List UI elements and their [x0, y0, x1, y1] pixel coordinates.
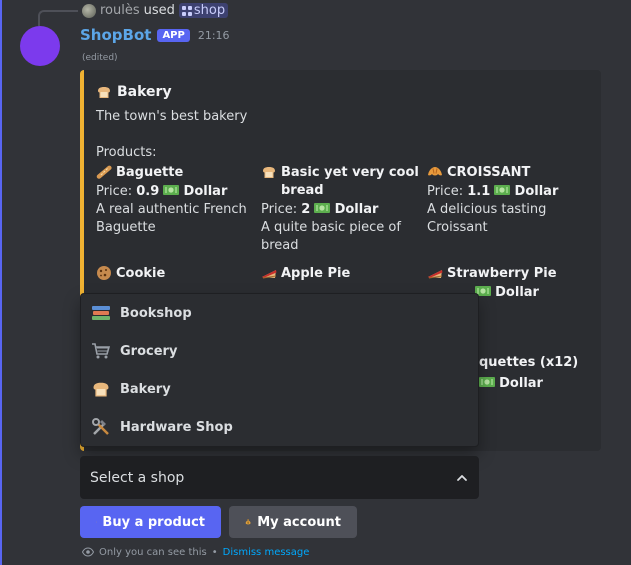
bread-icon [90, 378, 112, 400]
embed-description: The town's best bakery Products: [96, 109, 248, 160]
reply-used-text: used [143, 3, 175, 18]
baguette-icon [96, 165, 112, 179]
message-timestamp[interactable]: 21:16 [198, 29, 230, 42]
croissant-icon [428, 167, 442, 176]
product-price: Price: 0.9 Dollar [96, 184, 228, 199]
pie-icon [428, 270, 443, 279]
product-description: A real authentic French Baguette [96, 202, 247, 235]
product-name: Baguette [116, 165, 184, 180]
option-grocery[interactable]: Grocery [81, 332, 478, 370]
hammer-wrench-icon [90, 416, 112, 438]
command-reply-context[interactable]: roulès used shop [82, 3, 229, 18]
ephemeral-notice: Only you can see this • Dismiss message [82, 546, 309, 558]
buy-product-label: Buy a product [102, 514, 205, 530]
option-label: Bookshop [120, 305, 192, 321]
ephemeral-highlight-bar [0, 0, 2, 565]
reply-connector [38, 10, 78, 26]
reply-username[interactable]: roulès [100, 3, 140, 18]
shop-select[interactable]: Select a shop [80, 456, 479, 499]
option-bakery[interactable]: Bakery [81, 370, 478, 408]
dollar-banknote-icon [314, 203, 331, 213]
message-header: ShopBot APP 21:16 [80, 26, 230, 44]
app-badge: APP [157, 28, 190, 42]
product-field: Baguette Price: 0.9 Dollar A real authen… [96, 164, 261, 255]
dollar-banknote-icon [494, 185, 511, 195]
dollar-banknote-icon [479, 377, 495, 387]
svg-text:$: $ [247, 521, 249, 525]
option-hardware-shop[interactable]: Hardware Shop [81, 408, 478, 446]
option-label: Grocery [120, 343, 178, 359]
embed-title-text: Bakery [117, 84, 172, 100]
chevron-up-icon [457, 474, 467, 481]
cookie-icon [97, 266, 111, 280]
dollar-banknote-icon [163, 185, 180, 195]
eye-icon [82, 547, 94, 557]
product-fields: Baguette Price: 0.9 Dollar A real authen… [96, 164, 589, 302]
option-label: Hardware Shop [120, 419, 233, 435]
embed-title: Bakery [96, 84, 589, 100]
product-name: Cookie [116, 266, 166, 281]
money-bag-icon: $ [245, 519, 251, 525]
user-avatar-small[interactable] [82, 3, 96, 18]
product-field: Basic yet very cool bread Price: 2 Dolla… [261, 164, 427, 255]
visibility-text: Only you can see this [99, 546, 207, 558]
product-price: Price: 1.1 Dollar [427, 184, 559, 199]
bread-icon [98, 87, 110, 98]
product-name: Basic yet very cool bread [281, 165, 419, 198]
buy-product-button[interactable]: Buy a product [80, 506, 221, 538]
shopping-cart-icon [90, 340, 112, 362]
separator: • [211, 546, 218, 558]
bot-username[interactable]: ShopBot [80, 26, 151, 44]
product-description: A delicious tasting Croissant [427, 202, 547, 235]
option-label: Bakery [120, 381, 171, 397]
command-grid-icon [181, 5, 192, 16]
select-placeholder: Select a shop [90, 469, 185, 486]
product-field-partial: quettes (x12) Dollar [479, 355, 579, 391]
product-name: Apple Pie [281, 266, 351, 281]
bread-icon [263, 167, 275, 178]
product-price: Price: 2 Dollar [261, 202, 379, 217]
shop-select-menu: Bookshop Grocery Bakery Hardware Shop [80, 293, 479, 447]
bot-avatar[interactable] [20, 26, 60, 66]
product-field: CROISSANT Price: 1.1 Dollar A delicious … [427, 164, 593, 255]
product-name: CROISSANT [447, 165, 531, 180]
slash-command-mention[interactable]: shop [178, 3, 229, 18]
product-name-partial: quettes (x12) [479, 355, 579, 370]
edited-label: (edited) [82, 53, 118, 63]
product-name: Strawberry Pie [447, 266, 557, 281]
pie-icon [262, 270, 277, 279]
books-icon [90, 302, 112, 324]
my-account-label: My account [257, 514, 341, 530]
product-description: A quite basic piece of bread [261, 220, 401, 253]
command-name: shop [193, 3, 226, 18]
option-bookshop[interactable]: Bookshop [81, 294, 478, 332]
dismiss-message-link[interactable]: Dismiss message [223, 547, 310, 558]
my-account-button[interactable]: $ My account [229, 506, 357, 538]
